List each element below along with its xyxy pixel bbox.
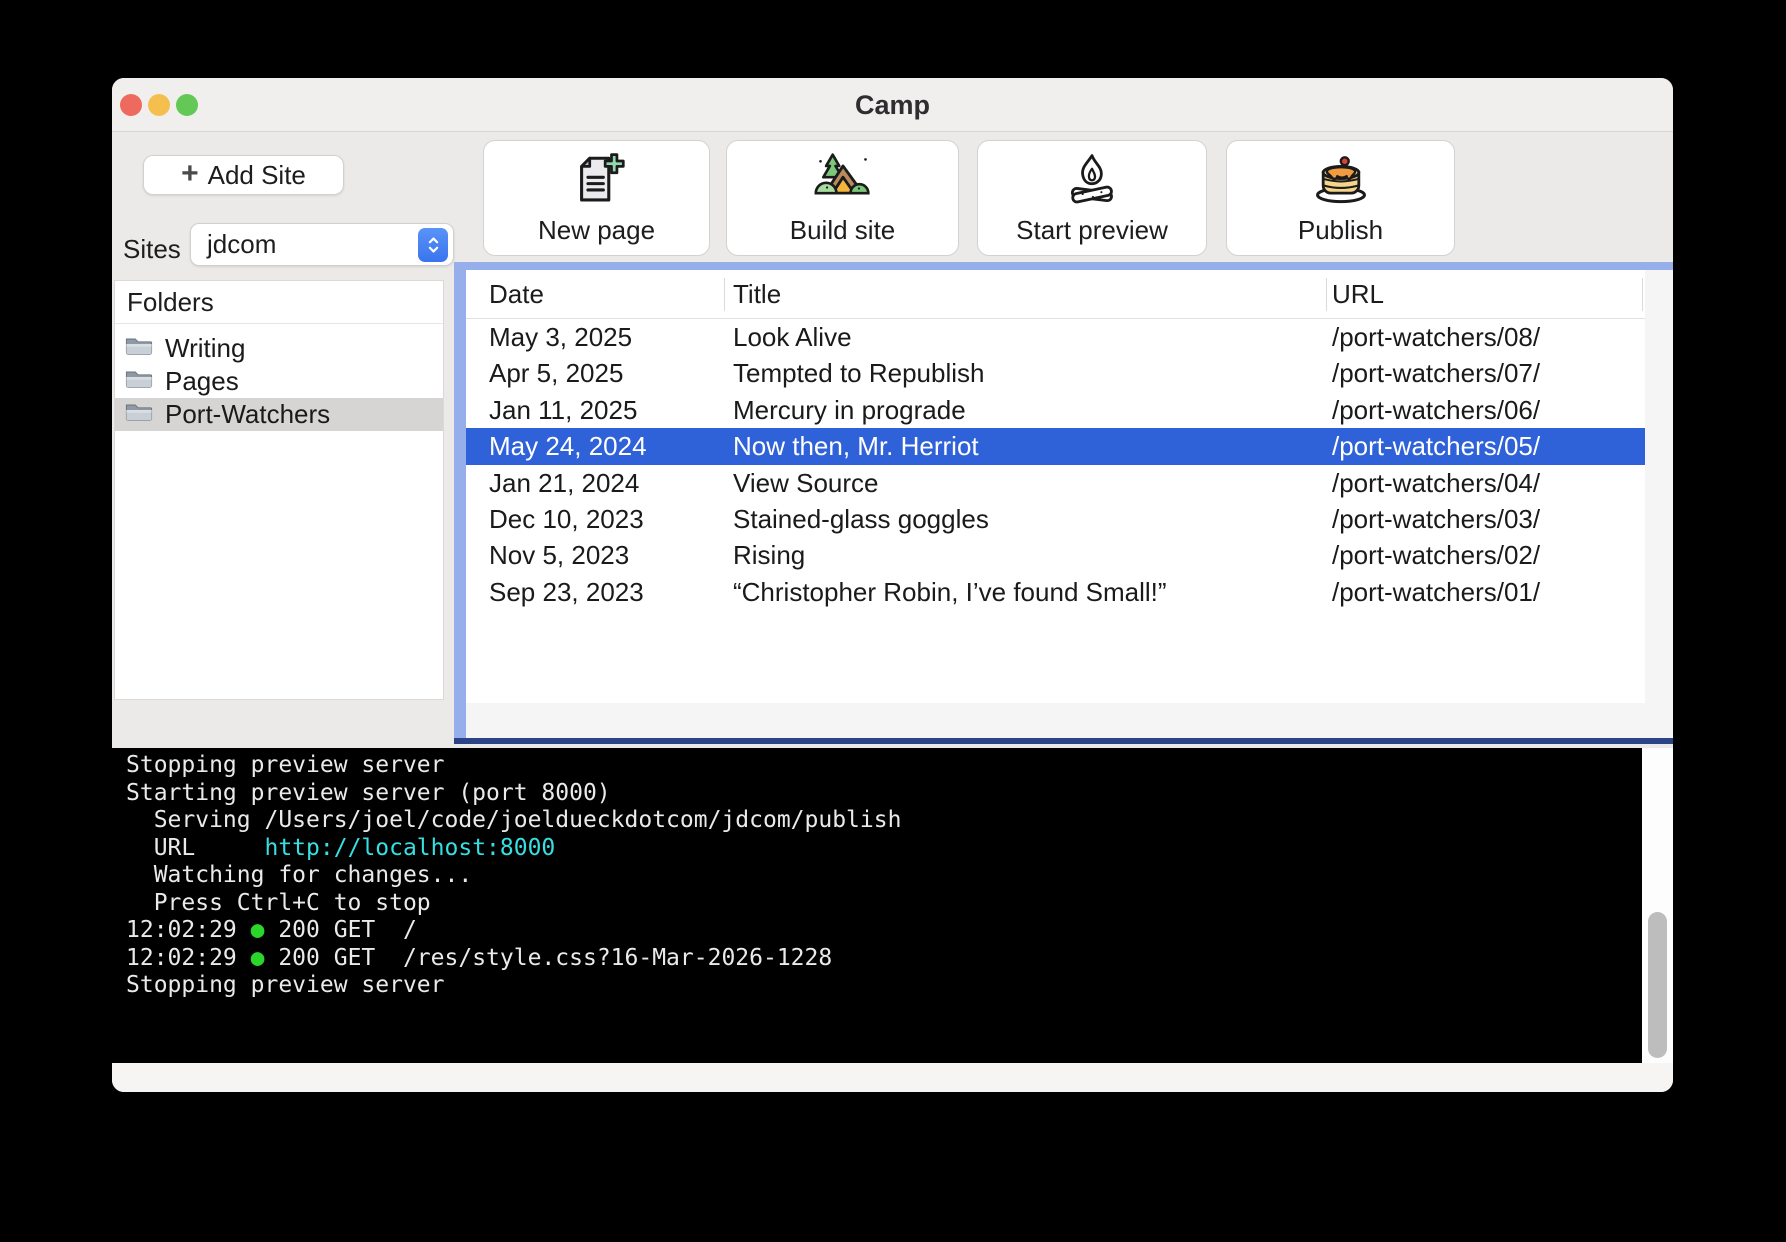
cell-url: /port-watchers/04/ [1332, 465, 1540, 501]
terminal-log-text: Stopping preview server Starting preview… [112, 748, 1673, 1000]
cell-url: /port-watchers/08/ [1332, 319, 1540, 355]
terminal-scrollbar-thumb[interactable] [1648, 912, 1667, 1058]
cell-date: Jan 11, 2025 [489, 392, 637, 428]
cell-title: View Source [733, 465, 879, 501]
toolbar-button-publish[interactable]: Publish [1226, 140, 1455, 256]
column-header-url[interactable]: URL [1332, 270, 1384, 319]
column-header-title[interactable]: Title [733, 270, 781, 319]
cell-url: /port-watchers/02/ [1332, 537, 1540, 573]
table-row[interactable]: Dec 10, 2023 Stained-glass goggles/port-w… [466, 501, 1645, 537]
terminal-text: Watching for changes... [126, 862, 472, 888]
site-selector-value: jdcom [207, 229, 276, 259]
terminal-text: 12:02:29 [126, 945, 251, 971]
site-selector[interactable]: jdcom [190, 223, 454, 266]
table-row[interactable]: May 3, 2025 Look Alive/port-watchers/08/ [466, 319, 1645, 355]
terminal-text: URL [126, 835, 264, 861]
column-divider[interactable] [1642, 278, 1643, 311]
table-row[interactable]: Apr 5, 2025 Tempted to Republish/port-wat… [466, 355, 1645, 391]
sites-label: Sites [123, 235, 181, 263]
terminal-output-panel: Stopping preview server Starting preview… [112, 748, 1673, 1063]
publish-icon [1311, 149, 1371, 211]
terminal-url-link[interactable]: http://localhost:8000 [264, 835, 555, 861]
folder-label: Port-Watchers [165, 399, 330, 430]
window-bottom-strip [112, 1063, 1673, 1092]
folders-panel: Folders WritingPagesPort-Watchers [114, 280, 444, 700]
posts-table-header: Date Title URL [466, 270, 1645, 319]
window-title: Camp [112, 78, 1673, 132]
new-page-icon [568, 149, 626, 211]
folder-icon [125, 333, 153, 364]
terminal-text: 12:02:29 [126, 917, 251, 943]
folders-header: Folders [115, 281, 443, 324]
posts-table: Date Title URL May 3, 2025 Look Alive/por… [466, 270, 1645, 703]
start-preview-icon [1062, 149, 1122, 211]
status-ok-dot-icon: ● [251, 917, 265, 943]
table-row[interactable]: May 24, 2024 Now then, Mr. Herriot/port-w… [466, 428, 1645, 464]
folder-label: Pages [165, 366, 239, 397]
posts-table-rows: May 3, 2025 Look Alive/port-watchers/08/A… [466, 319, 1645, 610]
terminal-text: 200 GET / [264, 917, 416, 943]
terminal-text: Serving /Users/joel/code/joeldueckdotcom… [126, 807, 901, 833]
plus-icon: + [181, 159, 199, 189]
add-site-button[interactable]: + Add Site [143, 155, 344, 195]
table-row[interactable]: Jan 11, 2025 Mercury in prograde/port-wat… [466, 392, 1645, 428]
terminal-text: Stopping preview server [126, 752, 445, 778]
build-site-icon [813, 149, 873, 211]
table-row[interactable]: Nov 5, 2023 Rising/port-watchers/02/ [466, 537, 1645, 573]
sidebar-item-pages[interactable]: Pages [115, 365, 443, 398]
sidebar-item-port-watchers[interactable]: Port-Watchers [115, 398, 443, 431]
toolbar-button-label: New page [538, 215, 655, 246]
table-row[interactable]: Sep 23, 2023 “Christopher Robin, I’ve fou… [466, 574, 1645, 610]
folder-icon [125, 366, 153, 397]
cell-url: /port-watchers/07/ [1332, 355, 1540, 391]
cell-url: /port-watchers/01/ [1332, 574, 1540, 610]
desktop-background: Camp + Add Site Sites jdcom New page Buil… [0, 0, 1786, 1242]
cell-title: Look Alive [733, 319, 852, 355]
column-divider[interactable] [1326, 278, 1327, 311]
app-window: Camp + Add Site Sites jdcom New page Buil… [112, 78, 1673, 1092]
status-ok-dot-icon: ● [251, 945, 265, 971]
column-header-date[interactable]: Date [489, 270, 544, 319]
toolbar-button-build-site[interactable]: Build site [726, 140, 959, 256]
table-row[interactable]: Jan 21, 2024 View Source/port-watchers/04… [466, 465, 1645, 501]
cell-url: /port-watchers/05/ [1332, 428, 1540, 464]
cell-title: Tempted to Republish [733, 355, 984, 391]
toolbar-button-start-preview[interactable]: Start preview [977, 140, 1207, 256]
cell-date: Sep 23, 2023 [489, 574, 644, 610]
terminal-text: Press Ctrl+C to stop [126, 890, 431, 916]
cell-date: May 24, 2024 [489, 428, 647, 464]
cell-title: “Christopher Robin, I’ve found Small!” [733, 574, 1167, 610]
posts-table-focus-ring: Date Title URL May 3, 2025 Look Alive/por… [454, 262, 1673, 744]
sidebar-item-writing[interactable]: Writing [115, 332, 443, 365]
column-divider[interactable] [724, 278, 725, 311]
terminal-text: Stopping preview server [126, 972, 445, 998]
toolbar-button-label: Publish [1298, 215, 1383, 246]
cell-title: Rising [733, 537, 805, 573]
cell-date: May 3, 2025 [489, 319, 632, 355]
toolbar-button-label: Build site [790, 215, 896, 246]
cell-title: Stained-glass goggles [733, 501, 989, 537]
cell-date: Nov 5, 2023 [489, 537, 629, 573]
cell-url: /port-watchers/03/ [1332, 501, 1540, 537]
folder-icon [125, 399, 153, 430]
cell-title: Mercury in prograde [733, 392, 966, 428]
toolbar-button-new-page[interactable]: New page [483, 140, 710, 256]
chevron-up-down-icon [418, 228, 448, 262]
add-site-label: Add Site [208, 160, 306, 191]
toolbar-button-label: Start preview [1016, 215, 1168, 246]
folders-list: WritingPagesPort-Watchers [115, 324, 443, 431]
terminal-text: Starting preview server (port 8000) [126, 780, 611, 806]
cell-title: Now then, Mr. Herriot [733, 428, 979, 464]
cell-date: Jan 21, 2024 [489, 465, 639, 501]
folder-label: Writing [165, 333, 245, 364]
cell-date: Apr 5, 2025 [489, 355, 623, 391]
cell-date: Dec 10, 2023 [489, 501, 644, 537]
cell-url: /port-watchers/06/ [1332, 392, 1540, 428]
terminal-scrollbar-track[interactable] [1642, 748, 1673, 1063]
terminal-text: 200 GET /res/style.css?16-Mar-2026-1228 [264, 945, 832, 971]
titlebar: Camp [112, 78, 1673, 132]
